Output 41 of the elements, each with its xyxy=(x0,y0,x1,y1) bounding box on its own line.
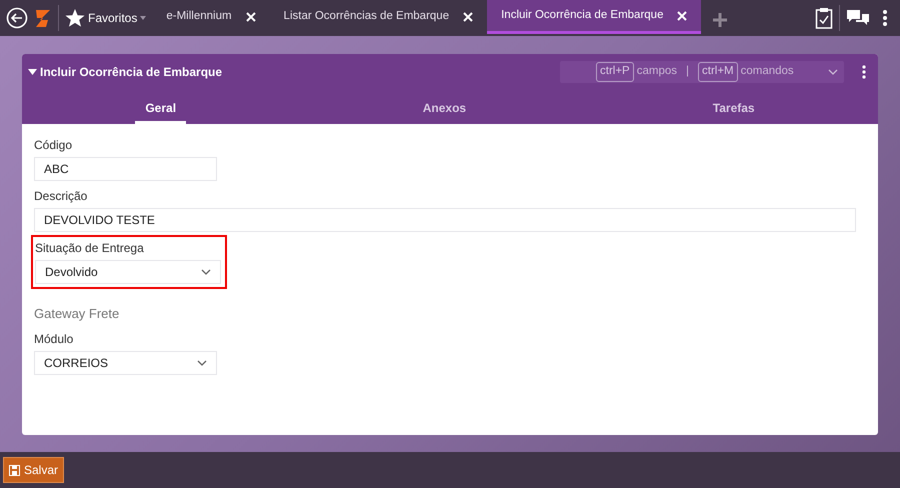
tab[interactable]: Tarefas xyxy=(702,95,765,124)
input-field[interactable]: ABC xyxy=(34,157,217,181)
collapse-icon[interactable] xyxy=(28,69,37,75)
chevron-icon xyxy=(197,360,207,366)
clipboard-icon[interactable] xyxy=(815,7,833,29)
close-icon[interactable] xyxy=(246,12,256,22)
chat-icon[interactable] xyxy=(846,9,870,27)
tab[interactable]: Anexos xyxy=(412,95,476,124)
separator: | xyxy=(686,64,689,80)
shortcut-key: ctrl+M xyxy=(698,62,738,82)
shortcut-key: ctrl+P xyxy=(596,62,634,82)
chevron-icon[interactable] xyxy=(828,69,838,75)
caret-icon xyxy=(140,16,146,20)
save-icon xyxy=(9,464,20,476)
star-icon xyxy=(65,8,85,28)
tab[interactable]: Geral xyxy=(135,95,186,124)
tab[interactable]: Incluir Ocorrência de Embarque xyxy=(487,0,702,34)
more-icon[interactable] xyxy=(862,65,866,79)
field-label: Situação de Entrega xyxy=(35,240,145,257)
shortcut-label: comandos xyxy=(740,64,794,80)
save-button[interactable]: Salvar xyxy=(3,457,64,483)
select-field[interactable]: CORREIOS xyxy=(34,350,217,374)
field-label: Código xyxy=(34,137,74,154)
input-field[interactable]: DEVOLVIDO TESTE xyxy=(34,208,856,232)
shortcut-bar[interactable]: ctrl+P campos | ctrl+M comandos xyxy=(560,61,844,83)
favorites-menu[interactable]: Favoritos xyxy=(65,8,146,28)
back-icon[interactable] xyxy=(6,7,28,29)
add-tab-icon[interactable] xyxy=(713,12,728,26)
more-icon[interactable] xyxy=(882,9,888,27)
panel-title: Incluir Ocorrência de Embarque xyxy=(40,64,222,81)
tab[interactable]: Listar Ocorrências de Embarque xyxy=(270,0,488,34)
close-icon[interactable] xyxy=(463,12,474,22)
select-field[interactable]: Devolvido xyxy=(35,260,221,284)
field-label: Módulo xyxy=(34,330,74,348)
tab[interactable]: e-Millennium xyxy=(152,0,270,34)
section-heading: Gateway Frete xyxy=(34,305,120,323)
close-icon[interactable] xyxy=(677,10,688,20)
logo-icon[interactable] xyxy=(34,7,52,29)
field-label: Descrição xyxy=(34,188,88,205)
chevron-icon xyxy=(201,269,211,275)
shortcut-label: campos xyxy=(636,64,677,80)
